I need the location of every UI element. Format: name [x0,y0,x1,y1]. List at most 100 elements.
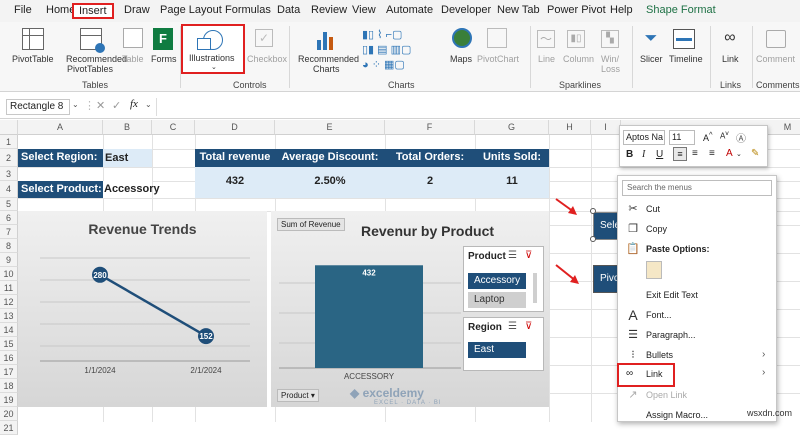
chevron-down-icon[interactable]: ⌄ [736,150,742,158]
recommended-charts-label-2[interactable]: Charts [313,64,340,75]
row-header[interactable]: 10 [0,267,18,281]
slicer-icon[interactable]: ⏷ [641,29,661,49]
row-header[interactable]: 19 [0,393,18,407]
clear-filter-icon[interactable]: ⊽ [525,321,532,332]
menu-item-copy[interactable]: ❐ Copy [618,220,773,238]
col-header-g[interactable]: G [475,120,549,135]
name-box[interactable]: Rectangle 8 [6,99,70,115]
cancel-icon[interactable]: ✕ [96,99,105,112]
menu-power-pivot[interactable]: Power Pivot [547,4,606,16]
col-header-b[interactable]: B [103,120,152,135]
menu-new-tab[interactable]: New Tab [497,4,540,16]
select-product-value[interactable]: Accessory [103,181,160,198]
menu-item-paragraph[interactable]: ☰ Paragraph... [618,326,773,344]
row-header[interactable]: 13 [0,309,18,323]
pivottable-icon[interactable] [22,28,44,50]
checkbox-icon[interactable]: ✓ [255,29,273,47]
shape-handle[interactable] [590,236,596,242]
link-icon[interactable]: ∞ [720,28,740,48]
region-slicer[interactable]: Region ☰ ⊽ East [463,317,544,371]
slicer-item-east[interactable]: East [468,342,526,358]
menu-file[interactable]: File [14,4,32,16]
col-header-d[interactable]: D [195,120,275,135]
row-header[interactable]: 11 [0,281,18,295]
illustrations-button[interactable]: Illustrations ⌄ [181,24,245,74]
font-name-box[interactable]: Aptos Na [623,130,665,145]
row-header[interactable]: 3 [0,167,18,181]
context-menu-search[interactable]: Search the menus [622,180,772,196]
winloss-label-2[interactable]: Loss [601,64,620,75]
italic-icon[interactable]: I [642,149,645,160]
col-header-i[interactable]: I [591,120,621,135]
row-header[interactable]: 6 [0,211,18,225]
row-header[interactable]: 7 [0,225,18,239]
menu-automate[interactable]: Automate [386,4,433,16]
maps-button[interactable]: Maps [450,54,472,65]
menu-view[interactable]: View [352,4,376,16]
row-header[interactable]: 2 [0,149,18,167]
enter-icon[interactable]: ✓ [112,99,121,112]
col-header-m[interactable]: M [775,120,800,135]
table-icon[interactable] [123,28,143,48]
forms-icon[interactable]: F [153,28,173,50]
menu-developer[interactable]: Developer [441,4,491,16]
name-box-dropdown-icon[interactable]: ⌄ [72,100,79,109]
clear-filter-icon[interactable]: ⊽ [525,250,532,261]
font-size-box[interactable]: 11 [669,130,695,145]
slicer-scrollbar[interactable] [533,273,537,303]
slicer-item-laptop[interactable]: Laptop [468,292,526,308]
maps-icon[interactable] [452,28,472,48]
col-header-f[interactable]: F [385,120,475,135]
paste-option-icon[interactable] [646,261,662,279]
row-header[interactable]: 20 [0,407,18,421]
chart-types-icon[interactable]: ▮▯ ⌇ ⌐▢ ▯▮ ▤ ▥▢ ◕ ⁘ ▦▢ [362,28,442,73]
line-sparkline-icon[interactable]: 〜 [537,30,555,48]
menu-item-bullets[interactable]: ⁝ Bullets › [618,346,773,364]
font-color-icon[interactable]: A [726,148,733,159]
menu-item-exit-edit-text[interactable]: Exit Edit Text [618,286,773,304]
menu-page-layout[interactable]: Page Layout [160,4,222,16]
fx-dropdown-icon[interactable]: ⌄ [145,100,152,109]
row-header[interactable]: 18 [0,379,18,393]
column-sparkline-button[interactable]: Column [563,54,594,65]
forms-button[interactable]: Forms [151,54,177,65]
pivotchart-icon[interactable] [487,28,507,48]
formula-input[interactable] [156,98,800,116]
timeline-button[interactable]: Timeline [669,54,703,65]
row-header[interactable]: 15 [0,337,18,351]
row-header[interactable]: 21 [0,421,18,435]
revenue-trends-chart[interactable]: Revenue Trends 280 152 1/1/2024 2/1/2024 [18,211,267,407]
select-all[interactable] [0,120,18,135]
row-header[interactable]: 8 [0,239,18,253]
menu-data[interactable]: Data [277,4,300,16]
row-header[interactable]: 17 [0,365,18,379]
recommended-pivottables-label-2[interactable]: PivotTables [67,64,113,75]
recommended-charts-icon[interactable] [316,28,336,50]
format-painter-icon[interactable]: ✎ [751,148,759,159]
increase-font-icon[interactable]: A^ [703,130,713,143]
row-header[interactable]: 1 [0,135,18,149]
menu-item-link[interactable]: ∞ Link › [617,363,776,387]
product-field-button[interactable]: Product ▾ [277,389,319,402]
menu-item-font[interactable]: A Font... [618,306,773,324]
align-left-icon[interactable]: ≡ [673,147,687,161]
recommended-pivottables-icon[interactable] [80,28,105,53]
winloss-sparkline-icon[interactable]: ▝▖ [601,30,619,48]
product-slicer[interactable]: Product ☰ ⊽ Accessory Laptop [463,246,544,312]
slicer-button[interactable]: Slicer [640,54,663,65]
menu-shape-format[interactable]: Shape Format [646,4,716,16]
insert-function-icon[interactable]: fx [130,98,138,110]
multi-select-icon[interactable]: ☰ [508,250,517,261]
col-header-c[interactable]: C [152,120,195,135]
menu-item-cut[interactable]: ✂ Cut [618,200,773,218]
row-header[interactable]: 14 [0,323,18,337]
menu-home[interactable]: Home [46,4,75,16]
line-sparkline-button[interactable]: Line [538,54,555,65]
shape-handle[interactable] [590,208,596,214]
table-button[interactable]: Table [122,54,144,65]
col-header-h[interactable]: H [549,120,591,135]
multi-select-icon[interactable]: ☰ [508,321,517,332]
row-header[interactable]: 5 [0,198,18,211]
row-header[interactable]: 9 [0,253,18,267]
menu-formulas[interactable]: Formulas [225,4,271,16]
